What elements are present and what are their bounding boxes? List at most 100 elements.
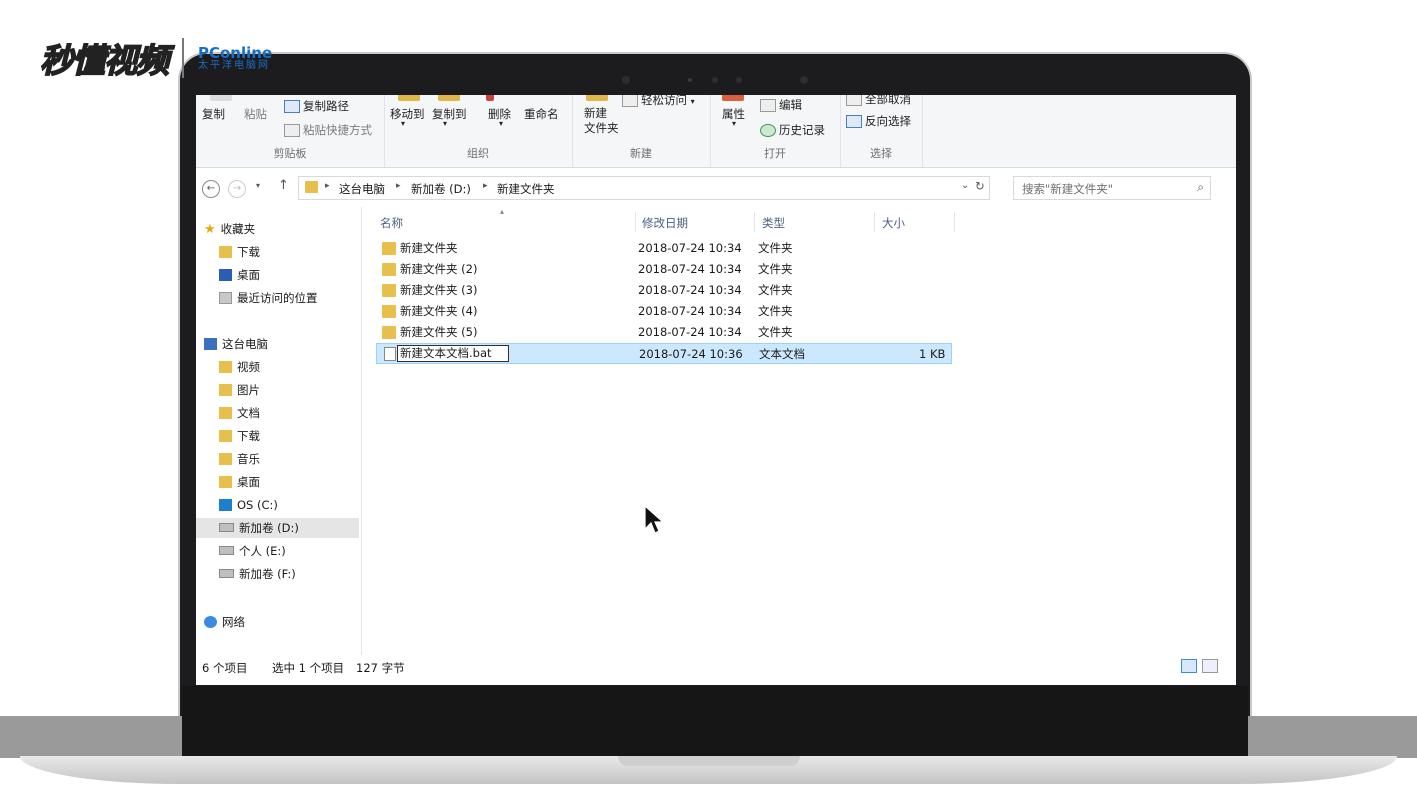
column-divider[interactable] <box>874 212 875 232</box>
file-modified: 2018-07-24 10:34 <box>638 241 742 255</box>
new-folder-button[interactable]: 新建 文件夹 <box>584 106 619 136</box>
search-input[interactable]: 搜索"新建文件夹" <box>1022 181 1113 197</box>
nav-label: 新加卷 (F:) <box>239 567 296 581</box>
up-button[interactable]: ↑ <box>278 178 289 193</box>
music-folder-icon <box>219 453 232 465</box>
address-box[interactable]: ▸ 这台电脑 ▸ 新加卷 (D:) ▸ 新建文件夹 ⌄ ↻ <box>298 176 990 200</box>
copy-path-label: 复制路径 <box>303 99 349 113</box>
history-button[interactable]: 历史记录 <box>760 122 825 138</box>
breadcrumb-drive-d[interactable]: 新加卷 (D:) <box>411 181 471 197</box>
nav-drive-f[interactable]: 新加卷 (F:) <box>219 564 359 584</box>
forward-button[interactable]: → <box>228 180 246 198</box>
nav-desktop[interactable]: 桌面 <box>219 472 359 492</box>
nav-favorites[interactable]: ★ 收藏夹 <box>204 219 359 239</box>
move-to-icon <box>398 95 420 101</box>
file-row[interactable]: 新建文件夹 (3) 2018-07-24 10:34 文件夹 <box>376 280 952 301</box>
file-row[interactable]: 新建文件夹 (5) 2018-07-24 10:34 文件夹 <box>376 322 952 343</box>
nav-drive-c[interactable]: OS (C:) <box>219 495 359 515</box>
nav-drive-e[interactable]: 个人 (E:) <box>219 541 359 561</box>
chevron-down-icon: ▾ <box>401 119 406 128</box>
nav-label: 文档 <box>237 406 260 420</box>
select-none-label: 全部取消 <box>865 95 911 106</box>
nav-label: 最近访问的位置 <box>237 291 318 305</box>
details-view-icon[interactable] <box>1181 659 1197 673</box>
downloads-folder-icon <box>219 246 232 258</box>
paste-shortcut-button[interactable]: 粘贴快捷方式 <box>284 122 372 138</box>
chevron-down-icon: ▾ <box>690 97 695 106</box>
network-icon <box>204 616 217 628</box>
column-header-modified[interactable]: 修改日期 <box>642 215 688 231</box>
chevron-right-icon: ▸ <box>483 181 488 191</box>
column-divider[interactable] <box>954 212 955 232</box>
group-label-organize: 组织 <box>467 147 489 160</box>
file-modified: 2018-07-24 10:34 <box>638 325 742 339</box>
recent-locations-button[interactable]: ▾ <box>256 181 260 190</box>
rename-input[interactable]: 新建文本文档.bat <box>397 345 509 362</box>
select-none-button[interactable]: 全部取消 <box>846 95 911 107</box>
back-button[interactable]: ← <box>202 180 220 198</box>
file-row[interactable]: 新建文件夹 (4) 2018-07-24 10:34 文件夹 <box>376 301 952 322</box>
easy-access-button[interactable]: 轻松访问 ▾ <box>622 95 695 108</box>
invert-selection-button[interactable]: 反向选择 <box>846 113 911 129</box>
folder-icon <box>382 242 396 255</box>
nav-this-pc[interactable]: 这台电脑 <box>204 334 359 354</box>
move-to-button[interactable]: 移动到 <box>390 106 425 122</box>
column-header-size[interactable]: 大小 <box>882 215 905 231</box>
column-header-name[interactable]: 名称 <box>380 215 403 231</box>
nav-pictures[interactable]: 图片 <box>219 380 359 400</box>
search-icon[interactable]: ⌕ <box>1197 180 1204 195</box>
chevron-down-icon: ▾ <box>499 119 504 128</box>
file-row[interactable]: 新建文件夹 (2) 2018-07-24 10:34 文件夹 <box>376 259 952 280</box>
paste-button[interactable]: 粘贴 <box>244 106 267 122</box>
file-type: 文件夹 <box>758 325 793 339</box>
group-label-clipboard: 剪贴板 <box>273 147 307 160</box>
nav-downloads[interactable]: 下载 <box>219 426 359 446</box>
nav-label: 桌面 <box>237 475 260 489</box>
column-header-type[interactable]: 类型 <box>762 215 785 231</box>
brand-logo: 秒懂视频 <box>39 40 170 81</box>
new-folder-label-line2: 文件夹 <box>584 121 619 135</box>
chevron-down-icon: ▾ <box>443 119 448 128</box>
file-modified: 2018-07-24 10:36 <box>639 347 743 361</box>
nav-documents[interactable]: 文档 <box>219 403 359 423</box>
partner-logo: PConline 太平洋电脑网 <box>198 45 272 71</box>
nav-music[interactable]: 音乐 <box>219 449 359 469</box>
computer-icon <box>204 338 217 350</box>
large-icons-view-icon[interactable] <box>1202 659 1218 673</box>
nav-drive-d[interactable]: 新加卷 (D:) <box>196 518 359 538</box>
status-item-count: 6 个项目 <box>202 661 248 675</box>
sensor-icon <box>622 76 630 84</box>
ribbon-group-select: 全部取消 反向选择 选择 <box>840 95 923 167</box>
os-drive-icon <box>219 499 232 511</box>
videos-folder-icon <box>219 361 232 373</box>
text-document-icon <box>384 347 396 361</box>
column-divider[interactable] <box>754 212 755 232</box>
copy-to-button[interactable]: 复制到 <box>432 106 467 122</box>
refresh-icon[interactable]: ↻ <box>975 179 985 193</box>
nav-fav-downloads[interactable]: 下载 <box>219 242 359 262</box>
invert-selection-icon <box>846 115 862 128</box>
status-size: 127 字节 <box>356 661 405 675</box>
nav-videos[interactable]: 视频 <box>219 357 359 377</box>
file-row[interactable]: 新建文件夹 2018-07-24 10:34 文件夹 <box>376 238 952 259</box>
search-box[interactable]: 搜索"新建文件夹" ⌕ <box>1013 176 1211 200</box>
breadcrumb-this-pc[interactable]: 这台电脑 <box>339 181 385 197</box>
sensor-icon <box>736 77 742 83</box>
breadcrumb-new-folder[interactable]: 新建文件夹 <box>497 181 555 197</box>
nav-label: 音乐 <box>237 452 260 466</box>
camera-icon <box>800 76 808 84</box>
column-divider[interactable] <box>635 212 636 232</box>
copy-path-icon <box>284 100 300 113</box>
file-row-selected[interactable]: 新建文本文档.bat 2018-07-24 10:36 文本文档 1 KB <box>376 343 952 364</box>
nav-label: 图片 <box>237 383 260 397</box>
chevron-down-icon[interactable]: ⌄ <box>961 180 969 191</box>
rename-button[interactable]: 重命名 <box>524 106 559 122</box>
copy-button[interactable]: 复制 <box>202 106 225 122</box>
nav-fav-desktop[interactable]: 桌面 <box>219 265 359 285</box>
edit-button[interactable]: 编辑 <box>760 97 802 113</box>
nav-network[interactable]: 网络 <box>204 612 359 632</box>
nav-fav-recent[interactable]: 最近访问的位置 <box>219 288 359 308</box>
status-selected: 选中 1 个项目 <box>272 661 345 675</box>
copy-path-button[interactable]: 复制路径 <box>284 98 349 114</box>
folder-icon <box>382 305 396 318</box>
